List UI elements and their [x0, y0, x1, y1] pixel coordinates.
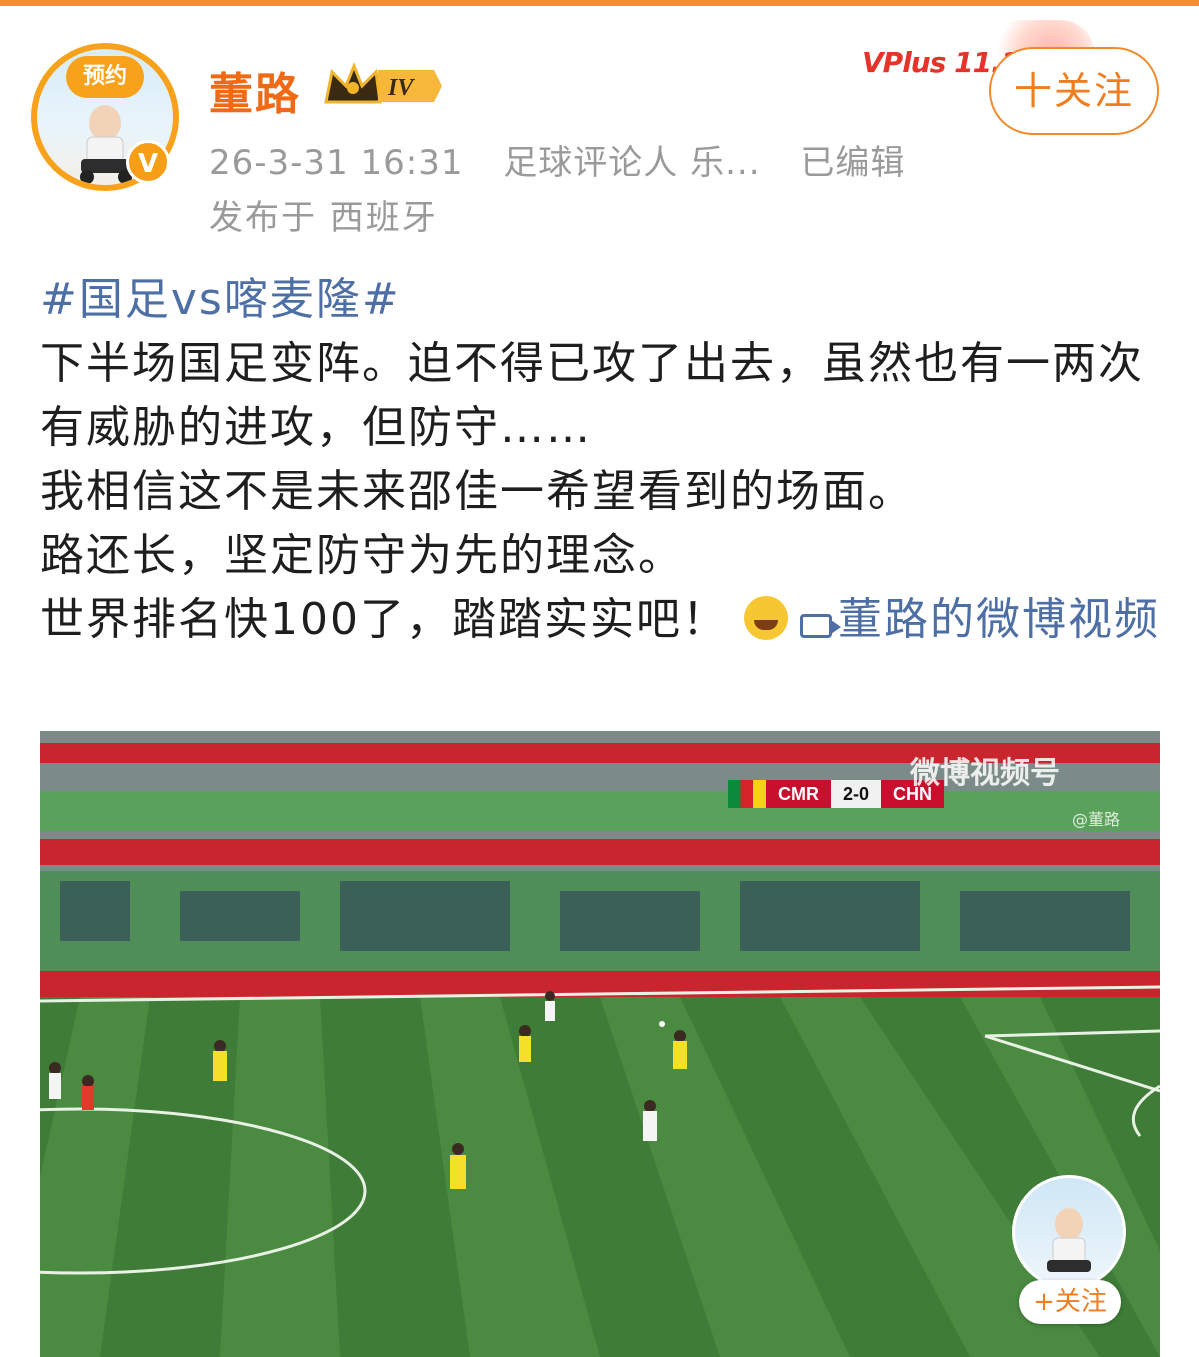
video-camera-icon: [799, 614, 841, 638]
username[interactable]: 董路: [209, 58, 301, 122]
edited-label: 已编辑: [800, 143, 906, 183]
level-text: IV: [387, 75, 415, 101]
post-line-2: 我相信这不是未来邵佳一希望看到的场面。: [40, 466, 914, 517]
post-location: 发布于 西班牙: [209, 198, 438, 238]
pip-avatar-image: [1047, 1208, 1091, 1272]
level-crown-icon: IV: [324, 62, 442, 104]
post-line-3: 路还长，坚定防守为先的理念。: [40, 530, 684, 581]
hashtag-link[interactable]: #国足vs喀麦隆#: [40, 274, 401, 325]
video-link[interactable]: 董路的微博视频: [799, 594, 1160, 645]
post-timestamp: 26-3-31 16:31: [209, 143, 464, 183]
video-frame: [40, 731, 1160, 1357]
follow-button[interactable]: 十关注: [989, 47, 1159, 135]
video-player[interactable]: [40, 731, 1160, 1357]
post-line-4-wrap: 世界排名快100了，踏踏实实吧！ 董路的微博视频: [40, 588, 1165, 652]
pip-avatar[interactable]: [1012, 1175, 1126, 1289]
pip-follow-button[interactable]: +关注: [1019, 1280, 1121, 1324]
laugh-cry-emoji-icon: [743, 596, 788, 640]
post-line-1: 下半场国足变阵。迫不得已攻了出去，虽然也有一两次有威胁的进攻，但防守……: [40, 338, 1144, 453]
team1-label: CMR: [766, 780, 831, 808]
verified-v-icon: V: [126, 140, 170, 184]
video-link-label: 董路的微博视频: [837, 594, 1160, 645]
video-watermark-user: @董路: [1072, 810, 1121, 829]
score-label: 2-0: [831, 780, 882, 808]
cameroon-flag-icon: [728, 780, 766, 808]
author-role: 足球评论人 乐...: [503, 143, 761, 183]
post-body: #国足vs喀麦隆# 下半场国足变阵。迫不得已攻了出去，虽然也有一两次有威胁的进攻…: [40, 268, 1165, 652]
reservation-badge: 预约: [66, 56, 144, 98]
top-accent-bar: [0, 0, 1199, 6]
video-watermark: 微博视频号: [910, 756, 1060, 791]
post-meta: 26-3-31 16:31 足球评论人 乐... 已编辑: [209, 135, 933, 184]
post-line-4: 世界排名快100了，踏踏实实吧！: [40, 594, 728, 645]
